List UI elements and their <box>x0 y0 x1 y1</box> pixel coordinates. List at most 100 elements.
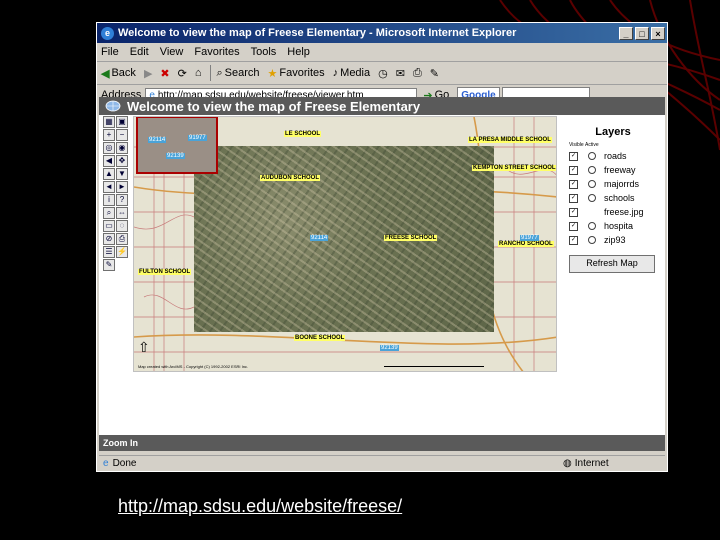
back-button[interactable]: ◀ Back <box>101 67 136 80</box>
school-label-kempton: KEMPTON STREET SCHOOL <box>472 165 556 171</box>
media-icon: ♪ <box>332 67 339 79</box>
toggle-toc-tool[interactable]: ▦ <box>103 116 115 128</box>
full-extent-tool[interactable]: ◎ <box>103 142 115 154</box>
pan-tool[interactable]: ✥ <box>116 155 128 167</box>
layer-visible-checkbox[interactable]: ✓ <box>569 193 578 203</box>
search-label: Search <box>224 67 260 79</box>
overview-tool[interactable]: ▣ <box>116 116 128 128</box>
aerial-photo <box>194 146 494 332</box>
scale-bar <box>384 366 484 367</box>
layer-visible-checkbox[interactable]: ✓ <box>569 179 578 189</box>
menu-favorites[interactable]: Favorites <box>194 46 239 58</box>
menu-view[interactable]: View <box>160 46 184 58</box>
history-button[interactable]: ◷ <box>378 67 388 80</box>
zip-label: 92114 <box>310 235 329 241</box>
query-tool[interactable]: ? <box>116 194 128 206</box>
layer-row: ✓ freeway <box>569 163 663 177</box>
school-label-le: LE SCHOOL <box>284 131 322 137</box>
stop-icon: ✖ <box>160 67 170 80</box>
school-label-audubon: AUDUBON SCHOOL <box>260 175 320 181</box>
select-tool[interactable]: ▭ <box>103 220 115 232</box>
find-tool[interactable]: ⌕ <box>103 207 115 219</box>
layer-active-radio[interactable] <box>588 180 596 188</box>
print-button[interactable]: ⎙ <box>413 67 422 80</box>
map-status-bar: Zoom In <box>99 435 665 451</box>
close-button[interactable]: × <box>651 26 665 40</box>
status-text: Done <box>112 457 137 469</box>
layer-visible-checkbox[interactable]: ✓ <box>569 165 578 175</box>
search-button[interactable]: ⌕ Search <box>217 67 260 80</box>
stop-button[interactable]: ✖ <box>160 67 169 80</box>
map-toolbar: ▦ ▣ + − ◎ ◉ ◀ ✥ ▲ ▼ ◄ ► i ? ⌕ ⇔ ▭ ◌ ⊘ ⎙ … <box>103 116 131 271</box>
pan-south-tool[interactable]: ▼ <box>116 168 128 180</box>
menu-file[interactable]: File <box>101 46 119 58</box>
maximize-button[interactable]: □ <box>635 26 649 40</box>
school-label-freese: FREESE SCHOOL <box>384 235 438 241</box>
hyperlink-tool[interactable]: ⚡ <box>116 246 128 258</box>
favorites-button[interactable]: ★ Favorites <box>268 67 325 80</box>
layer-row: ✓ freese.jpg <box>569 205 663 219</box>
layer-visible-checkbox[interactable]: ✓ <box>569 235 578 245</box>
url-caption-link[interactable]: http://map.sdsu.edu/website/freese/ <box>118 496 402 517</box>
minimize-button[interactable]: _ <box>619 26 633 40</box>
media-label: Media <box>340 67 371 79</box>
layer-active-radio[interactable] <box>588 222 596 230</box>
menu-tools[interactable]: Tools <box>251 46 277 58</box>
set-units-tool[interactable]: ✎ <box>103 259 115 271</box>
buffer-tool[interactable]: ◌ <box>116 220 128 232</box>
overview-map[interactable] <box>136 117 218 174</box>
print-map-tool[interactable]: ⎙ <box>116 233 128 245</box>
layer-visible-checkbox[interactable]: ✓ <box>569 207 578 217</box>
refresh-button[interactable]: ⟳ <box>178 67 187 80</box>
menu-edit[interactable]: Edit <box>130 46 149 58</box>
favorites-icon: ★ <box>267 67 278 80</box>
toolbar: ◀ Back ▶ ✖ ⟳ ⌂ ⌕ Search ★ Favorites ♪ Me… <box>97 62 667 85</box>
school-label-rancho: RANCHO SCHOOL <box>498 241 554 247</box>
search-icon: ⌕ <box>216 66 223 79</box>
title-bar: e Welcome to view the map of Freese Elem… <box>97 23 667 43</box>
measure-tool[interactable]: ⇔ <box>116 207 128 219</box>
print-icon: ⎙ <box>412 66 422 79</box>
forward-button[interactable]: ▶ <box>144 67 152 80</box>
layer-active-radio[interactable] <box>588 236 596 244</box>
mail-button[interactable]: ✉ <box>396 67 405 80</box>
pan-north-tool[interactable]: ▲ <box>103 168 115 180</box>
active-header: Active <box>585 142 599 148</box>
map-view[interactable]: LE SCHOOL LA PRESA MIDDLE SCHOOL KEMPTON… <box>133 116 557 372</box>
back-arrow-icon: ◀ <box>101 67 110 80</box>
layer-active-radio[interactable] <box>588 152 596 160</box>
layer-active-radio[interactable] <box>588 194 596 202</box>
school-label-boone: BOONE SCHOOL <box>294 335 346 341</box>
refresh-icon: ⟳ <box>177 67 187 80</box>
refresh-map-button[interactable]: Refresh Map <box>569 255 655 273</box>
pan-east-tool[interactable]: ► <box>116 181 128 193</box>
layer-visible-checkbox[interactable]: ✓ <box>569 221 578 231</box>
legend-tool[interactable]: ☰ <box>103 246 115 258</box>
layer-name: majorrds <box>604 179 640 189</box>
home-button[interactable]: ⌂ <box>195 67 202 79</box>
favorites-label: Favorites <box>279 67 325 79</box>
layer-visible-checkbox[interactable]: ✓ <box>569 151 578 161</box>
zip-label: 91977 <box>520 235 539 241</box>
edit-button[interactable]: ✎ <box>430 67 439 80</box>
menu-help[interactable]: Help <box>287 46 310 58</box>
browser-window: e Welcome to view the map of Freese Elem… <box>96 22 668 472</box>
home-icon: ⌂ <box>194 67 202 79</box>
identify-tool[interactable]: i <box>103 194 115 206</box>
internet-zone-icon: ◍ <box>563 457 572 469</box>
zoom-active-tool[interactable]: ◉ <box>116 142 128 154</box>
zip-label: 91977 <box>188 135 207 141</box>
zoom-in-tool[interactable]: + <box>103 129 115 141</box>
clear-selection-tool[interactable]: ⊘ <box>103 233 115 245</box>
media-button[interactable]: ♪ Media <box>333 67 370 79</box>
pan-west-tool[interactable]: ◄ <box>103 181 115 193</box>
layer-name: roads <box>604 151 627 161</box>
layers-panel: Layers Visible Active ✓ roads ✓ freeway … <box>563 116 663 372</box>
zoom-out-tool[interactable]: − <box>116 129 128 141</box>
layer-row: ✓ majorrds <box>569 177 663 191</box>
back-extent-tool[interactable]: ◀ <box>103 155 115 167</box>
layer-active-radio[interactable] <box>588 166 596 174</box>
map-page-header: Welcome to view the map of Freese Elemen… <box>99 97 665 115</box>
layer-row: ✓ zip93 <box>569 233 663 247</box>
mail-icon: ✉ <box>395 67 405 80</box>
